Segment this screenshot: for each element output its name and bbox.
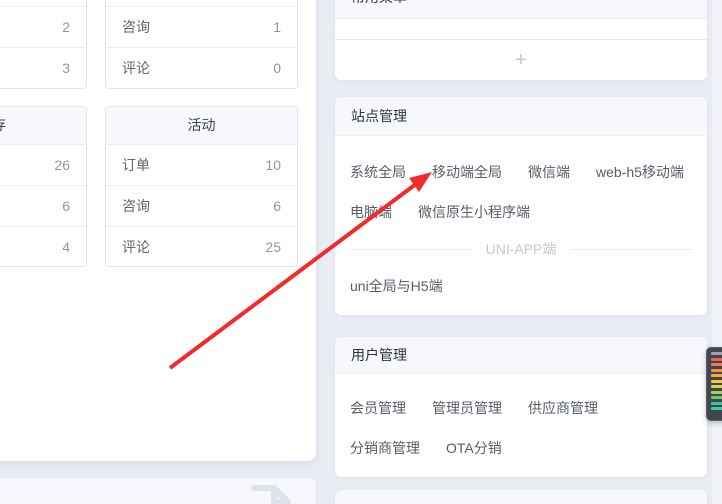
- stat-card-partial-left: 23: [0, 0, 87, 89]
- dashboard-screen: 23 咨询1评论0 存 2664 活动 订单10咨询6评论25 常用菜单 + 站…: [0, 0, 722, 504]
- stat-row: 3: [0, 48, 86, 88]
- bottom-left-card-header: [0, 478, 316, 504]
- widget-stripe: [711, 363, 722, 366]
- widget-stripe: [711, 369, 722, 372]
- stat-row: [106, 0, 297, 7]
- stat-label: 咨询: [122, 17, 150, 37]
- widget-stripe: [711, 402, 722, 405]
- stat-card-header: 活动: [106, 107, 297, 145]
- site-management-card: 站点管理 系统全局 移动端全局 微信端 web-h5移动端 电脑端 微信原生小程序端 U…: [335, 97, 707, 315]
- stat-value: 25: [265, 239, 281, 255]
- divider-label: UNI-APP端: [472, 239, 571, 259]
- user-links-row-2: 分销商管理 OTA分销: [350, 428, 692, 468]
- widget-stripe: [711, 380, 722, 383]
- add-menu-button[interactable]: +: [335, 40, 707, 80]
- menu-link[interactable]: 微信原生小程序端: [418, 202, 530, 222]
- divider-line: [350, 249, 472, 250]
- bottom-right-card-header: [335, 490, 707, 504]
- stat-label: 评论: [122, 58, 150, 78]
- menu-link[interactable]: 微信端: [528, 162, 570, 182]
- stat-label: 订单: [122, 155, 150, 175]
- common-menu-header: 常用菜单: [335, 0, 707, 19]
- stat-row: 26: [0, 145, 86, 186]
- stat-card-activity: 活动 订单 10 咨询 6 评论 25: [105, 106, 298, 267]
- user-management-card: 用户管理 会员管理 管理员管理 供应商管理 分销商管理 OTA分销: [335, 337, 707, 477]
- scrollbar-track[interactable]: [712, 0, 722, 504]
- menu-link[interactable]: 移动端全局: [432, 162, 502, 182]
- uni-app-divider: UNI-APP端: [350, 232, 692, 266]
- widget-stripe: [711, 407, 722, 410]
- common-menu-card: 常用菜单 +: [335, 0, 707, 80]
- stat-row: 咨询 1: [106, 7, 297, 48]
- plus-icon: +: [515, 49, 527, 72]
- stat-label: 咨询: [122, 196, 150, 216]
- widget-stripe: [711, 385, 722, 388]
- stat-row: [0, 0, 86, 7]
- divider-line: [570, 249, 692, 250]
- widget-stripe: [711, 374, 722, 377]
- stat-card-header: 存: [0, 107, 86, 145]
- floating-color-widget[interactable]: [706, 347, 722, 421]
- stat-card-consult-comment: 咨询 1 评论 0: [105, 0, 298, 89]
- stat-card-inventory: 存 26 6 4: [0, 106, 87, 267]
- menu-link[interactable]: OTA分销: [446, 438, 502, 458]
- stat-value: 4: [62, 239, 70, 255]
- menu-link[interactable]: 电脑端: [350, 202, 392, 222]
- user-links-row-1: 会员管理 管理员管理 供应商管理: [350, 388, 692, 428]
- widget-stripe: [711, 358, 722, 361]
- stat-value: 2: [62, 19, 70, 35]
- stat-row: 评论 25: [106, 227, 297, 267]
- menu-link[interactable]: web-h5移动端: [596, 162, 684, 182]
- stat-value: 26: [54, 157, 70, 173]
- stat-row: 评论 0: [106, 48, 297, 88]
- stat-value: 6: [62, 198, 70, 214]
- site-links-row-2: 电脑端 微信原生小程序端: [350, 192, 692, 232]
- stat-value: 6: [273, 198, 281, 214]
- menu-link[interactable]: 会员管理: [350, 398, 406, 418]
- widget-stripe: [711, 391, 722, 394]
- stat-row: 订单 10: [106, 145, 297, 186]
- stat-value: 10: [265, 157, 281, 173]
- stat-row: 2: [0, 7, 86, 48]
- stat-row: 6: [0, 186, 86, 227]
- common-menu-empty-row: [335, 19, 707, 40]
- menu-link[interactable]: uni全局与H5端: [350, 276, 443, 296]
- stat-value: 0: [273, 60, 281, 76]
- user-management-header: 用户管理: [335, 337, 707, 374]
- site-links-row-3: uni全局与H5端: [350, 266, 692, 306]
- site-management-header: 站点管理: [335, 97, 707, 136]
- stat-row: 4: [0, 227, 86, 267]
- stat-label: 评论: [122, 237, 150, 257]
- widget-stripe: [711, 352, 722, 355]
- document-icon: [240, 482, 298, 504]
- menu-link[interactable]: 管理员管理: [432, 398, 502, 418]
- stat-row: 咨询 6: [106, 186, 297, 227]
- menu-link[interactable]: 分销商管理: [350, 438, 420, 458]
- menu-link[interactable]: 系统全局: [350, 162, 406, 182]
- widget-stripe: [711, 396, 722, 399]
- stat-value: 3: [62, 60, 70, 76]
- stat-value: 1: [273, 19, 281, 35]
- menu-link[interactable]: 供应商管理: [528, 398, 598, 418]
- site-links-row-1: 系统全局 移动端全局 微信端 web-h5移动端: [350, 152, 692, 192]
